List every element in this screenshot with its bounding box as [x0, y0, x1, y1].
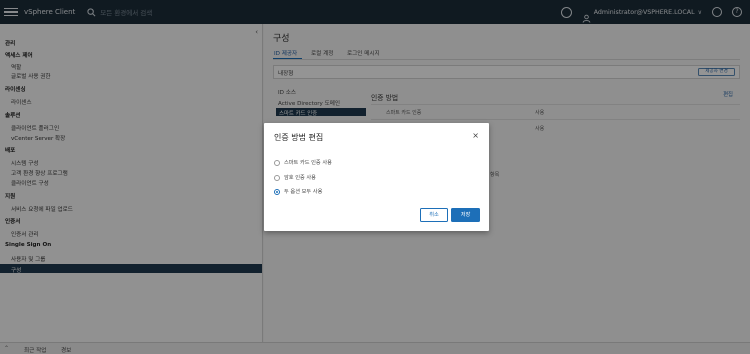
save-button[interactable]: 저장: [451, 208, 480, 222]
option-both[interactable]: 두 옵션 모두 사용: [274, 188, 322, 195]
cancel-button[interactable]: 취소: [420, 208, 448, 222]
option-password[interactable]: 암호 인증 사용: [274, 174, 316, 181]
radio-button-checked[interactable]: [274, 188, 280, 195]
edit-auth-method-dialog: 인증 방법 편집 × 스마트 카드 인증 사용 암호 인증 사용 두 옵션 모두…: [264, 123, 489, 231]
option-smart-card[interactable]: 스마트 카드 인증 사용: [274, 159, 332, 166]
radio-label: 암호 인증 사용: [284, 175, 316, 181]
radio-button[interactable]: [274, 159, 280, 166]
dialog-title: 인증 방법 편집: [274, 133, 324, 142]
radio-label: 스마트 카드 인증 사용: [284, 160, 332, 166]
radio-button[interactable]: [274, 174, 280, 181]
radio-label: 두 옵션 모두 사용: [284, 189, 323, 195]
close-icon[interactable]: ×: [472, 132, 479, 140]
